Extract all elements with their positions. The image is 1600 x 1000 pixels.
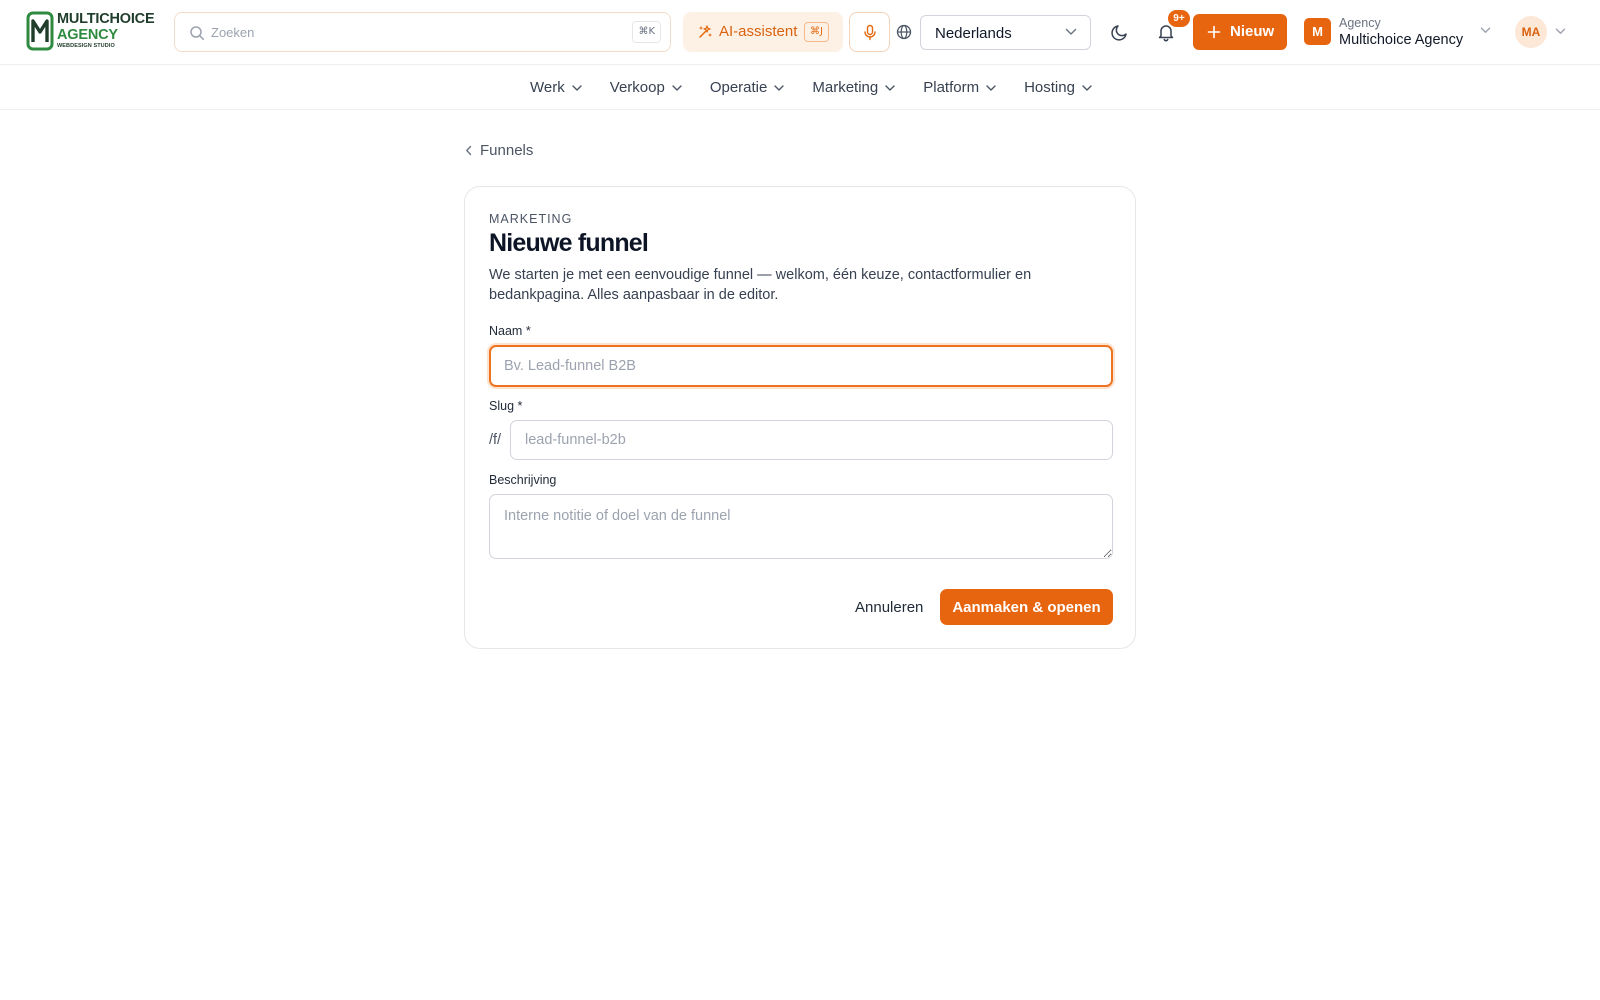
moon-icon[interactable] bbox=[1111, 23, 1129, 41]
chevron-down-icon bbox=[1082, 84, 1092, 91]
name-label: Naam * bbox=[489, 324, 531, 338]
plus-icon bbox=[1207, 25, 1221, 39]
search-icon bbox=[190, 26, 205, 41]
agency-switcher[interactable]: M Agency Multichoice Agency bbox=[1304, 13, 1496, 51]
slug-label: Slug * bbox=[489, 399, 523, 413]
nav-item-werk[interactable]: Werk bbox=[530, 65, 582, 110]
nav-item-operatie[interactable]: Operatie bbox=[710, 65, 785, 110]
logo-line-1: MULTICHOICE bbox=[57, 11, 155, 28]
logo-line-2: AGENCY bbox=[57, 26, 118, 43]
search-input[interactable] bbox=[211, 13, 591, 51]
slug-input[interactable] bbox=[510, 420, 1113, 460]
new-button[interactable]: Nieuw bbox=[1193, 14, 1287, 50]
nav-item-label: Verkoop bbox=[609, 79, 665, 96]
chevron-down-icon bbox=[986, 84, 996, 91]
new-funnel-card: MARKETING Nieuwe funnel We starten je me… bbox=[464, 186, 1136, 649]
nav-item-verkoop[interactable]: Verkoop bbox=[610, 65, 682, 110]
logo-line-3: WEBDESIGN STUDIO bbox=[57, 43, 115, 50]
microphone-icon bbox=[864, 24, 876, 41]
slug-prefix: /f/ bbox=[489, 432, 502, 448]
breadcrumb-label: Funnels bbox=[480, 142, 534, 159]
description-label: Beschrijving bbox=[489, 473, 557, 487]
section-eyebrow: MARKETING bbox=[489, 212, 573, 226]
nav-item-platform[interactable]: Platform bbox=[923, 65, 996, 110]
chevron-down-icon[interactable] bbox=[1555, 28, 1566, 35]
chevron-down-icon bbox=[885, 84, 895, 91]
agency-avatar: M bbox=[1304, 18, 1331, 45]
nav-item-label: Hosting bbox=[1024, 79, 1075, 96]
globe-icon bbox=[896, 24, 912, 40]
chevron-down-icon bbox=[572, 84, 582, 91]
language-selected: Nederlands bbox=[935, 25, 1012, 42]
nav-item-label: Werk bbox=[530, 79, 565, 96]
sparkle-icon bbox=[699, 25, 712, 38]
voice-input-button[interactable] bbox=[849, 12, 890, 52]
brand-logo[interactable]: MULTICHOICE AGENCY WEBDESIGN STUDIO bbox=[26, 10, 158, 52]
nav-item-label: Platform bbox=[923, 79, 980, 96]
notification-badge: 9+ bbox=[1168, 10, 1190, 27]
cancel-button[interactable]: Annuleren bbox=[847, 589, 931, 625]
name-input[interactable] bbox=[489, 345, 1113, 387]
agency-kind: Agency bbox=[1339, 16, 1381, 30]
agency-name: Multichoice Agency bbox=[1339, 32, 1464, 48]
nav-item-label: Operatie bbox=[709, 79, 768, 96]
top-bar: MULTICHOICE AGENCY WEBDESIGN STUDIO ⌘K A… bbox=[0, 0, 1600, 65]
chevron-down-icon bbox=[774, 84, 785, 91]
logo-wordmark: MULTICHOICE AGENCY WEBDESIGN STUDIO bbox=[57, 11, 155, 50]
nav-item-label: Marketing bbox=[812, 79, 879, 96]
create-and-open-button[interactable]: Aanmaken & openen bbox=[940, 589, 1113, 625]
user-avatar[interactable]: MA bbox=[1515, 16, 1547, 48]
language-select[interactable]: Nederlands bbox=[920, 15, 1091, 50]
page-description: We starten je met een eenvoudige funnel … bbox=[489, 267, 1032, 303]
ai-assistant-shortcut: ⌘J bbox=[804, 22, 829, 42]
new-button-label: Nieuw bbox=[1230, 23, 1275, 40]
ai-assistant-label: AI-assistent bbox=[719, 23, 798, 40]
page-title: Nieuwe funnel bbox=[489, 229, 649, 257]
nav-item-hosting[interactable]: Hosting bbox=[1024, 65, 1092, 110]
chevron-down-icon bbox=[1065, 28, 1077, 35]
search-shortcut: ⌘K bbox=[632, 21, 661, 43]
chevron-left-icon bbox=[466, 145, 472, 156]
logo-mark-icon bbox=[26, 11, 54, 51]
chevron-down-icon bbox=[1480, 27, 1491, 33]
description-textarea[interactable] bbox=[489, 494, 1113, 559]
main-nav: Werk Verkoop Operatie Marketing Platform… bbox=[0, 65, 1600, 110]
breadcrumb-back-link[interactable]: Funnels bbox=[465, 142, 533, 159]
global-search[interactable]: ⌘K bbox=[174, 12, 671, 52]
nav-item-marketing[interactable]: Marketing bbox=[812, 65, 895, 110]
chevron-down-icon bbox=[672, 84, 682, 91]
ai-assistant-button[interactable]: AI-assistent ⌘J bbox=[683, 12, 843, 52]
